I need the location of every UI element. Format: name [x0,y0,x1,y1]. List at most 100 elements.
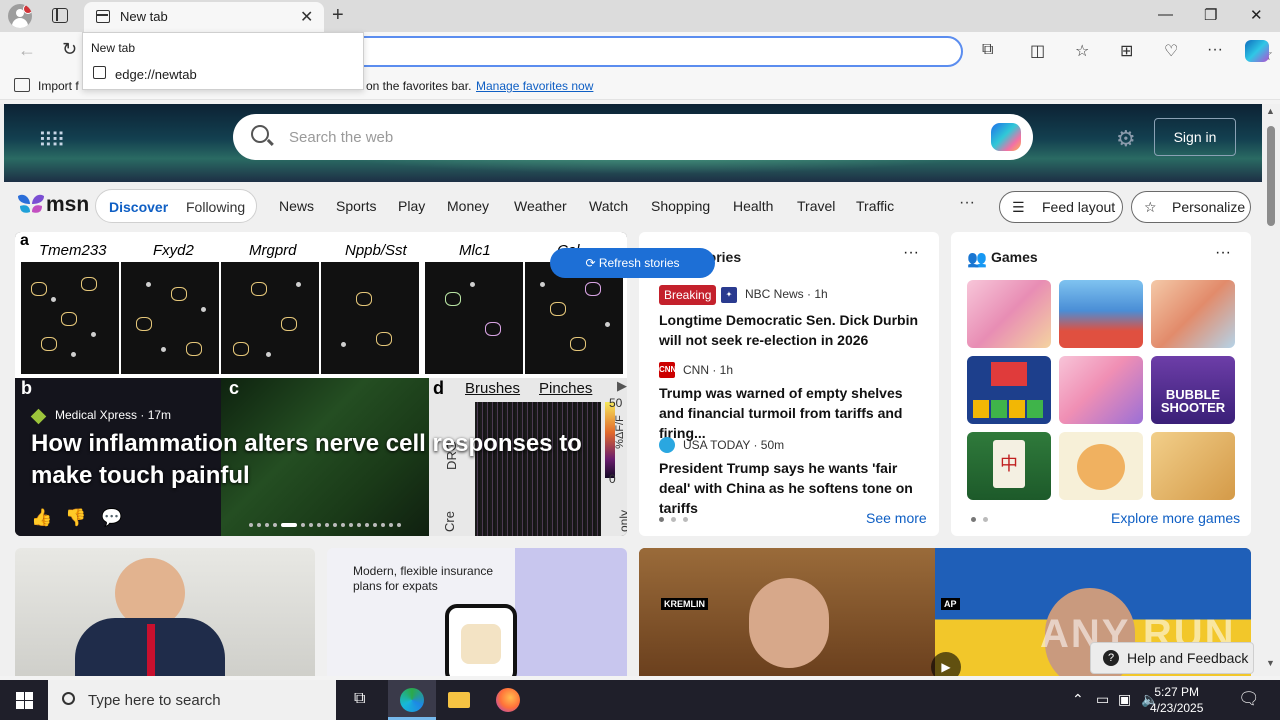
explore-more-games-link[interactable]: Explore more games [1111,510,1240,526]
taskbar-search-box[interactable]: Type here to search [48,680,336,720]
story-headline[interactable]: How inflammation alters nerve cell respo… [31,428,591,492]
ad-card-insurance[interactable]: Modern, flexible insurance plans for exp… [327,548,627,676]
nav-play[interactable]: Play [398,198,425,214]
nav-traffic[interactable]: Traffic [856,198,894,214]
game-tile-shiba-emoji[interactable] [1059,432,1143,500]
carousel-dot[interactable] [349,523,353,527]
settings-more-icon[interactable]: ··· [1207,41,1223,59]
scroll-up-arrow-icon[interactable]: ▲ [1266,106,1275,116]
news-card-trump[interactable] [15,548,315,676]
nav-weather[interactable]: Weather [514,198,567,214]
carousel-dot[interactable] [365,523,369,527]
scrollbar-thumb[interactable] [1267,126,1275,226]
minimize-button[interactable]: — [1158,6,1173,23]
taskbar-clock[interactable]: 5:27 PM 4/23/2025 [1150,684,1203,716]
stories-more-icon[interactable]: ··· [903,244,919,262]
see-more-link[interactable]: See more [866,510,927,526]
tab-actions-icon[interactable] [52,8,68,23]
nav-money[interactable]: Money [447,198,489,214]
page-dot[interactable] [671,517,676,522]
game-tile-diner[interactable] [1059,280,1143,348]
carousel-dot[interactable] [357,523,361,527]
taskbar-search-input[interactable]: Type here to search [88,692,221,709]
nav-health[interactable]: Health [733,198,773,214]
game-tile-block-puzzle[interactable] [967,356,1051,424]
tab-close-icon[interactable]: ✕ [300,7,313,27]
nav-news[interactable]: News [279,198,314,214]
nav-more-icon[interactable]: ··· [959,194,975,212]
import-favorites-label[interactable]: Import f [38,79,79,93]
game-tile-wood-puzzle[interactable] [1151,432,1235,500]
carousel-dot[interactable] [265,523,269,527]
hero-story-card[interactable]: a Tmem233 Fxyd2 Mrgprd Nppb/Sst Mlc1 Cal… [15,232,627,536]
help-feedback-button[interactable]: ? Help and Feedback [1090,642,1254,674]
carousel-dot[interactable] [257,523,261,527]
manage-favorites-link[interactable]: Manage favorites now [476,79,593,93]
file-explorer-icon[interactable] [436,680,484,720]
show-hidden-icons-chevron-icon[interactable]: ⌃ [1072,691,1084,708]
search-input[interactable]: Search the web [289,129,393,146]
nav-shopping[interactable]: Shopping [651,198,710,214]
web-search-box[interactable]: Search the web [233,114,1033,160]
carousel-dot[interactable] [373,523,377,527]
games-more-icon[interactable]: ··· [1215,244,1231,262]
reload-icon[interactable]: ↻ [62,39,77,60]
page-dot[interactable] [683,517,688,522]
firefox-icon[interactable] [484,680,532,720]
page-dot[interactable] [971,517,976,522]
story-headline[interactable]: Longtime Democratic Sen. Dick Durbin wil… [659,310,931,350]
nav-watch[interactable]: Watch [589,198,628,214]
game-tile-mahjong[interactable]: 中 [967,432,1051,500]
close-window-button[interactable]: ✕ [1250,6,1263,24]
import-favorites-icon[interactable] [14,78,30,92]
dislike-icon[interactable]: 👎 [65,508,86,528]
carousel-dot[interactable] [301,523,305,527]
game-tile-dress-up[interactable] [967,280,1051,348]
carousel-dot[interactable] [273,523,277,527]
page-scrollbar[interactable]: ▲ ▼ [1262,104,1280,676]
tab-following[interactable]: Following [186,199,245,215]
story-headline[interactable]: President Trump says he wants 'fair deal… [659,458,931,518]
scroll-down-arrow-icon[interactable]: ▼ [1266,658,1275,668]
tab-new-tab[interactable]: New tab ✕ [84,2,324,32]
favorites-icon[interactable]: ☆ [1075,41,1089,61]
notification-icon[interactable]: 🗨 [1238,689,1260,709]
copilot-icon[interactable] [1245,40,1269,62]
feed-layout-button[interactable]: ☰ Feed layout [999,191,1123,223]
device-icon[interactable]: ▭ [1096,691,1109,708]
refresh-stories-button[interactable]: ⟳ Refresh stories [550,248,715,278]
carousel-dot[interactable] [317,523,321,527]
game-tile-makeup[interactable] [1059,356,1143,424]
gear-icon[interactable]: ⚙ [1116,126,1136,152]
carousel-dot[interactable] [397,523,401,527]
carousel-dot[interactable] [333,523,337,527]
sign-in-button[interactable]: Sign in [1154,118,1236,156]
carousel-dot[interactable] [325,523,329,527]
game-tile-restaurant-chef[interactable] [1151,280,1235,348]
nav-sports[interactable]: Sports [336,198,376,214]
story-source[interactable]: Medical Xpress · 17m [55,408,171,422]
nav-travel[interactable]: Travel [797,198,835,214]
play-video-icon[interactable]: ▶ [931,652,961,676]
task-view-icon[interactable]: ⧉ [340,680,388,720]
carousel-dots[interactable] [249,515,405,527]
restore-button[interactable]: ❐ [1204,6,1217,24]
carousel-dot[interactable] [281,523,297,527]
back-arrow-icon[interactable]: ← [18,40,36,61]
extensions-icon[interactable]: ⧉ [982,41,993,59]
page-dot[interactable] [983,517,988,522]
split-screen-icon[interactable]: ◫ [1030,41,1045,61]
personalize-button[interactable]: ☆ Personalize [1131,191,1251,223]
apps-grid-icon[interactable]: ⠿⠿ [38,128,65,153]
game-tile-bubble-shooter[interactable]: BUBBLE SHOOTER [1151,356,1235,424]
edge-taskbar-icon[interactable] [388,680,436,720]
like-icon[interactable]: 👍 [31,508,52,528]
msn-logo-text[interactable]: msn [46,193,89,217]
msn-butterfly-icon[interactable] [16,192,46,216]
comment-icon[interactable]: 💬 [101,508,122,528]
carousel-dot[interactable] [341,523,345,527]
profile-avatar-icon[interactable] [8,4,32,28]
carousel-dot[interactable] [381,523,385,527]
carousel-dot[interactable] [389,523,393,527]
copilot-search-icon[interactable] [991,123,1021,151]
